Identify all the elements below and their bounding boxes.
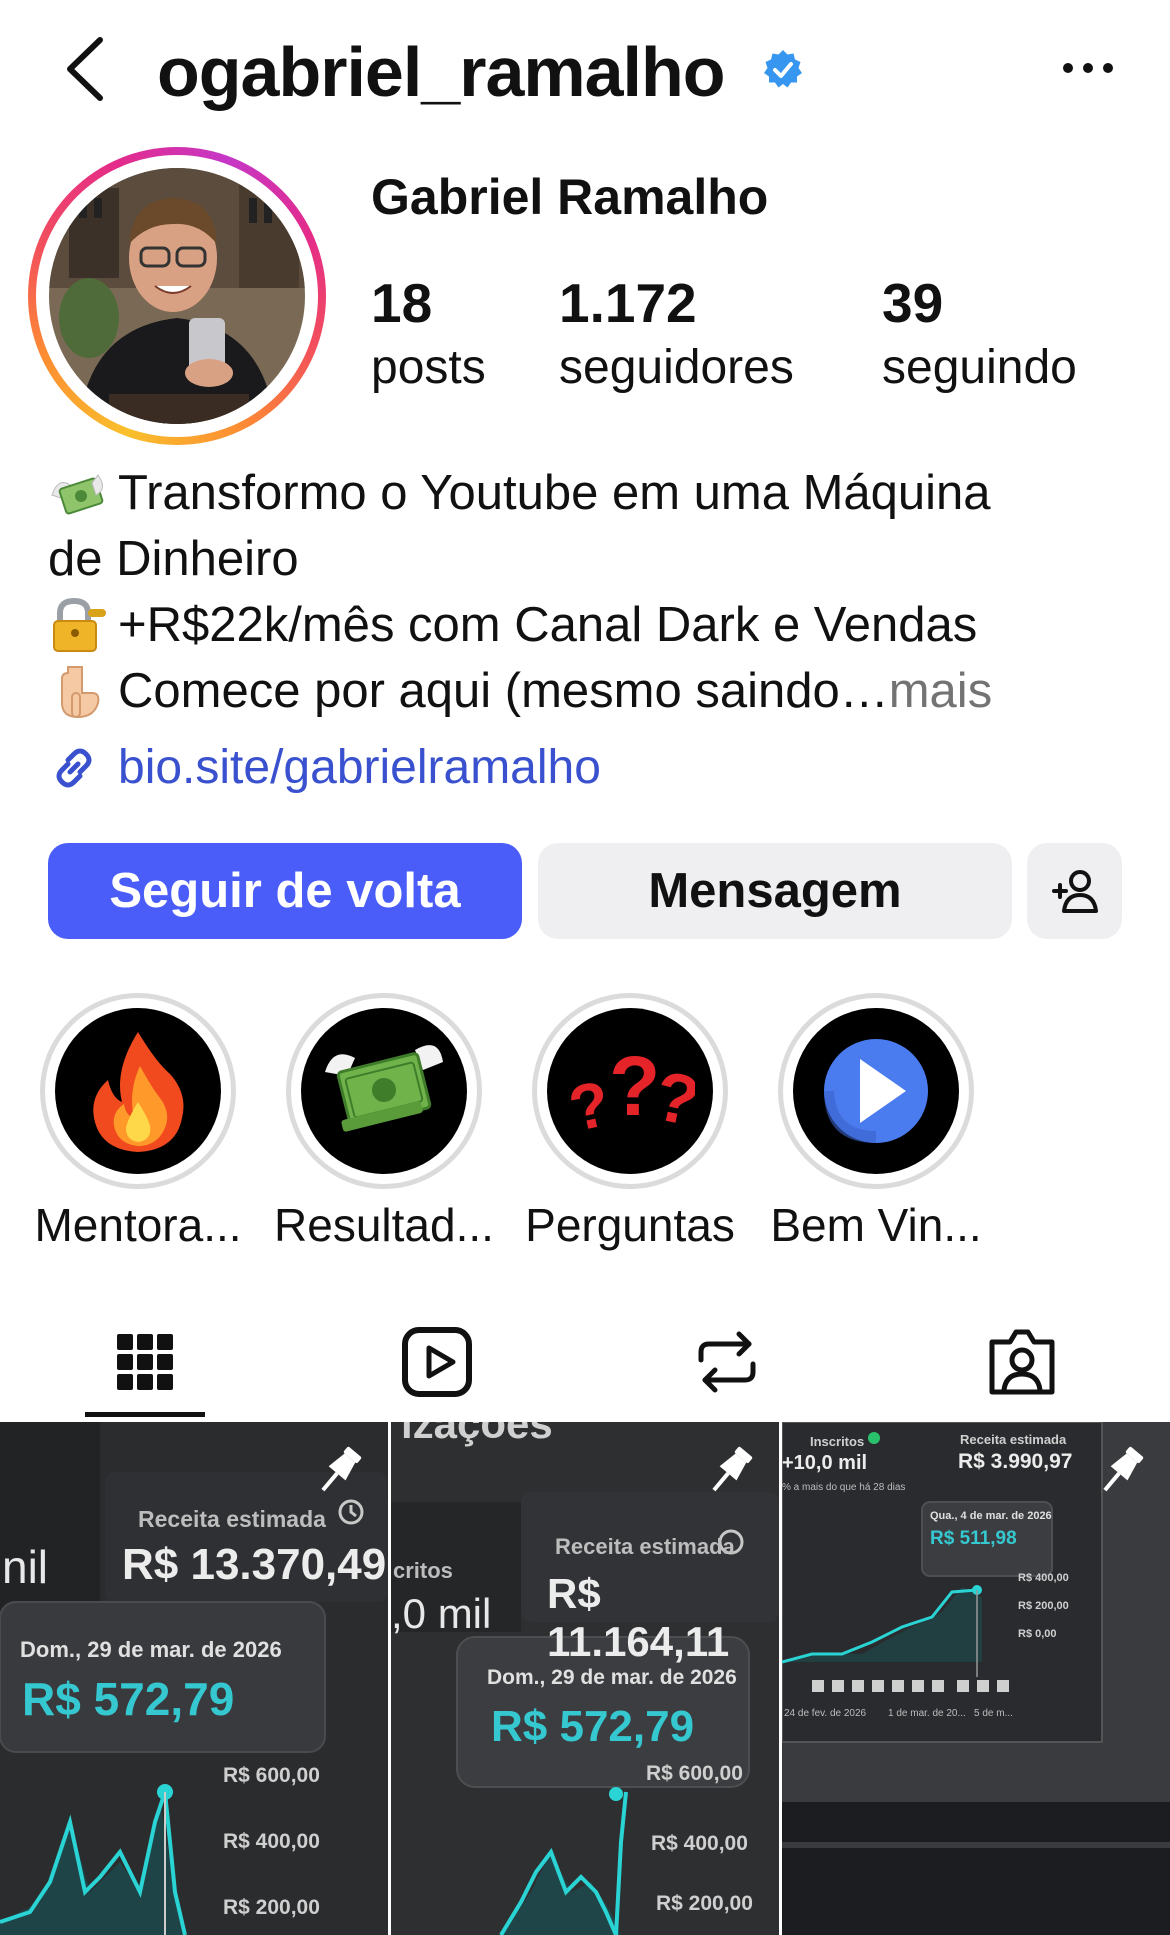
flying-money-icon	[325, 1045, 443, 1132]
post-text: nil	[2, 1541, 49, 1593]
post-text: +10,0 mil	[782, 1452, 868, 1474]
post-text: R$ 3.990,97	[958, 1450, 1073, 1473]
money-wings-emoji-icon	[51, 474, 104, 515]
profile-avatar	[49, 168, 305, 424]
post-text: R$ 572,79	[491, 1702, 695, 1751]
post-text: Dom., 29 de mar. de 2026	[20, 1637, 282, 1662]
post-text: R$ 200,00	[223, 1896, 320, 1919]
pinned-icon	[712, 1446, 753, 1492]
highlight-label: Perguntas	[525, 1199, 735, 1251]
post-text: R$ 13.370,49	[122, 1540, 387, 1589]
pinned-icon	[321, 1446, 362, 1492]
stat-followers-label: seguidores	[559, 341, 794, 394]
tagged-icon[interactable]	[982, 1322, 1062, 1402]
post-text: R$ 0,00	[1018, 1628, 1057, 1640]
post-text: R$ 11.164,11	[547, 1570, 730, 1665]
stat-followers[interactable]: 1.172 seguidores	[559, 268, 794, 398]
post-text: Inscritos	[810, 1434, 865, 1449]
post-text: R$ 600,00	[223, 1764, 320, 1787]
story-ring[interactable]	[28, 147, 326, 445]
post-text: Receita estimada	[960, 1432, 1067, 1447]
link-icon	[56, 748, 92, 787]
bio-more-link[interactable]: mais	[889, 658, 992, 724]
post-text: izações	[401, 1422, 553, 1447]
highlight-label: Bem Vin...	[770, 1199, 982, 1251]
active-tab-indicator	[85, 1412, 205, 1417]
pointing-down-emoji-icon	[61, 666, 100, 719]
stat-followers-value: 1.172	[559, 272, 697, 334]
post-text: critos	[393, 1558, 453, 1583]
grid-icon[interactable]	[105, 1322, 185, 1402]
reposts-icon[interactable]	[687, 1322, 767, 1402]
post-text: R$ 600,00	[646, 1762, 743, 1785]
bio-line-4: Comece por aqui (mesmo saindo…	[118, 664, 889, 718]
post-text: 5 de m...	[974, 1708, 1013, 1719]
posts-grid: nil Receita estimada R$ 13.370,49 Dom., …	[0, 1422, 1170, 1935]
profile-header: ogabriel_ramalho	[0, 0, 1170, 150]
stat-following-value: 39	[882, 272, 944, 334]
highlight-label: Mentora...	[34, 1199, 242, 1251]
more-options-icon[interactable]	[1058, 48, 1118, 88]
post-text: 24 de fev. de 2026	[784, 1708, 867, 1719]
profile-bio: Transformo o Youtube em uma Máquina de D…	[48, 460, 1138, 724]
profile-link[interactable]: bio.site/gabrielramalho	[48, 740, 601, 795]
post-text: Receita estimada	[555, 1534, 735, 1559]
post-text: R$ 400,00	[223, 1830, 320, 1853]
post-text: R$ 400,00	[651, 1832, 748, 1855]
profile-tabs	[0, 1310, 1170, 1420]
post-text: R$ 200,00	[1018, 1600, 1069, 1612]
play-icon	[824, 1039, 928, 1143]
bio-line-2: de Dinheiro	[48, 532, 299, 586]
stat-following-label: seguindo	[882, 341, 1077, 394]
highlight-label: Resultad...	[274, 1199, 494, 1251]
post-text: R$ 511,98	[930, 1528, 1017, 1549]
post-text: Dom., 29 de mar. de 2026	[487, 1666, 737, 1689]
fire-icon	[93, 1032, 184, 1152]
reels-icon[interactable]	[397, 1322, 477, 1402]
post-thumbnail[interactable]: izações critos ,0 mil Receita estimada R…	[391, 1422, 779, 1935]
follow-back-button[interactable]: Seguir de volta	[48, 843, 522, 939]
verified-badge-icon	[764, 50, 802, 88]
stat-following[interactable]: 39 seguindo	[882, 268, 1077, 398]
stat-posts-value: 18	[371, 272, 433, 334]
bio-line-3: +R$22k/mês com Canal Dark e Vendas	[118, 598, 978, 652]
add-person-icon	[1051, 870, 1098, 913]
stat-posts[interactable]: 18 posts	[371, 268, 486, 398]
pinned-icon	[1103, 1446, 1144, 1492]
profile-username: ogabriel_ramalho	[157, 33, 726, 111]
post-text: Qua., 4 de mar. de 2026	[930, 1510, 1052, 1522]
profile-full-name: Gabriel Ramalho	[371, 169, 769, 225]
post-text: ,0 mil	[391, 1590, 492, 1637]
post-text: R$ 572,79	[22, 1673, 235, 1725]
post-text: Receita estimada	[138, 1506, 326, 1532]
back-arrow-icon[interactable]	[60, 34, 120, 104]
message-button[interactable]: Mensagem	[538, 843, 1012, 939]
bio-line-1: Transformo o Youtube em uma Máquina	[118, 466, 991, 520]
question-marks-icon: ? ? ?	[565, 1039, 695, 1145]
post-text: 1 de mar. de 20...	[888, 1708, 966, 1719]
stat-posts-label: posts	[371, 341, 486, 394]
profile-link-text: bio.site/gabrielramalho	[118, 741, 601, 794]
post-thumbnail[interactable]: nil Receita estimada R$ 13.370,49 Dom., …	[0, 1422, 388, 1935]
suggest-user-button[interactable]	[1027, 843, 1122, 939]
locked-with-key-emoji-icon	[53, 597, 106, 652]
post-text: R$ 200,00	[656, 1892, 753, 1915]
post-text: R$ 400,00	[1018, 1572, 1069, 1584]
post-thumbnail[interactable]: Inscritos +10,0 mil % a mais do que há 2…	[782, 1422, 1170, 1935]
post-text: % a mais do que há 28 dias	[782, 1482, 906, 1493]
